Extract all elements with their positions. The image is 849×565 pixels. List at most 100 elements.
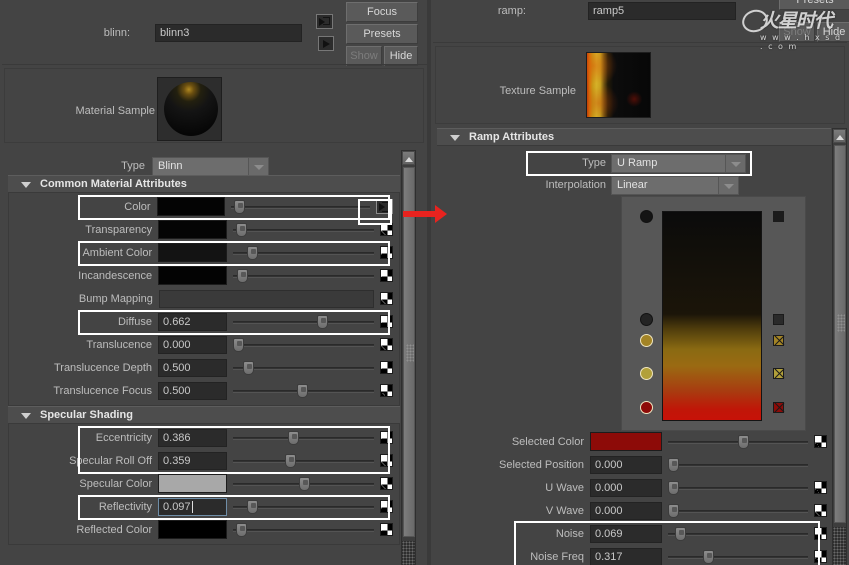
texture-map-button[interactable]: [380, 246, 393, 259]
numeric-field[interactable]: 0.069: [590, 524, 662, 543]
attribute-slider[interactable]: [230, 198, 370, 216]
interpolation-dropdown[interactable]: Linear: [611, 176, 739, 195]
numeric-field[interactable]: 0.097: [158, 497, 228, 516]
attribute-slider[interactable]: [233, 382, 374, 400]
slider-handle[interactable]: [288, 430, 300, 445]
attribute-slider[interactable]: [233, 244, 374, 262]
texture-map-button[interactable]: [380, 431, 393, 444]
attribute-slider[interactable]: [668, 456, 808, 474]
color-swatch[interactable]: [590, 432, 662, 451]
texture-map-button[interactable]: [380, 315, 393, 328]
slider-handle[interactable]: [285, 453, 297, 468]
slider-handle[interactable]: [247, 499, 259, 514]
texture-map-button[interactable]: [814, 435, 827, 448]
ramp-attributes-section-header[interactable]: Ramp Attributes: [437, 128, 831, 146]
numeric-field[interactable]: 0.000: [590, 501, 662, 520]
bump-map-field[interactable]: [158, 289, 374, 308]
attribute-slider[interactable]: [233, 359, 374, 377]
color-swatch[interactable]: [158, 520, 228, 539]
slider-handle[interactable]: [233, 337, 245, 352]
scroll-up-arrow-icon[interactable]: [833, 129, 846, 143]
slider-handle[interactable]: [675, 526, 686, 541]
texture-map-button[interactable]: [380, 292, 393, 305]
numeric-field[interactable]: 0.500: [158, 358, 228, 377]
chevron-down-icon[interactable]: [718, 177, 738, 194]
section-header[interactable]: Common Material Attributes: [8, 175, 400, 193]
attribute-slider[interactable]: [233, 221, 374, 239]
slider-handle[interactable]: [317, 314, 329, 329]
ramp-type-dropdown[interactable]: U Ramp: [611, 154, 746, 173]
attribute-slider[interactable]: [233, 521, 374, 539]
attribute-slider[interactable]: [233, 498, 374, 516]
right-scroll-thumb[interactable]: [834, 145, 846, 523]
slider-handle[interactable]: [247, 245, 259, 260]
numeric-field[interactable]: 0.500: [158, 381, 228, 400]
slider-handle[interactable]: [233, 199, 245, 214]
numeric-field[interactable]: 0.662: [158, 312, 228, 331]
ramp-color-marker[interactable]: [640, 366, 653, 380]
texture-map-button[interactable]: [380, 523, 393, 536]
ramp-interpolation-marker[interactable]: [773, 367, 784, 379]
texture-map-button[interactable]: [380, 500, 393, 513]
slider-handle[interactable]: [668, 503, 679, 518]
hide-button[interactable]: Hide: [384, 46, 418, 66]
texture-map-button[interactable]: [814, 504, 827, 517]
attribute-slider[interactable]: [233, 475, 374, 493]
color-swatch[interactable]: [158, 243, 228, 262]
map-output-button[interactable]: [376, 199, 393, 214]
color-swatch[interactable]: [158, 220, 228, 239]
slider-handle[interactable]: [236, 522, 248, 537]
left-scroll-thumb[interactable]: [403, 167, 415, 537]
right-scrollbar[interactable]: [832, 128, 847, 565]
ramp-interpolation-marker[interactable]: [773, 335, 784, 347]
numeric-field[interactable]: 0.359: [158, 451, 228, 470]
ramp-interpolation-marker[interactable]: [773, 211, 784, 223]
texture-map-button[interactable]: [814, 527, 827, 540]
color-swatch[interactable]: [158, 474, 228, 493]
presets-button[interactable]: Presets: [346, 24, 418, 44]
ramp-color-marker[interactable]: [640, 334, 653, 348]
texture-map-button[interactable]: [380, 269, 393, 282]
slider-handle[interactable]: [668, 457, 679, 472]
numeric-field[interactable]: 0.000: [590, 455, 662, 474]
texture-map-button[interactable]: [814, 550, 827, 563]
chevron-down-icon[interactable]: [248, 158, 268, 175]
attribute-slider[interactable]: [233, 313, 374, 331]
ramp-gradient-strip[interactable]: [662, 211, 762, 421]
slider-handle[interactable]: [243, 360, 255, 375]
attribute-slider[interactable]: [233, 267, 374, 285]
attribute-slider[interactable]: [668, 525, 808, 543]
texture-map-button[interactable]: [380, 338, 393, 351]
right-show-button[interactable]: Show: [779, 22, 815, 42]
texture-sample-swatch[interactable]: [586, 52, 651, 118]
ramp-interpolation-marker[interactable]: [773, 314, 784, 326]
texture-map-button[interactable]: [380, 361, 393, 374]
numeric-field[interactable]: 0.317: [590, 547, 662, 565]
texture-map-button[interactable]: [380, 384, 393, 397]
attribute-slider[interactable]: [668, 548, 808, 565]
material-type-dropdown[interactable]: Blinn: [152, 157, 269, 176]
ramp-color-marker[interactable]: [640, 210, 653, 224]
numeric-field[interactable]: 0.000: [590, 478, 662, 497]
slider-handle[interactable]: [299, 476, 311, 491]
attribute-slider[interactable]: [668, 433, 808, 451]
texture-map-button[interactable]: [380, 454, 393, 467]
chevron-down-icon[interactable]: [725, 155, 745, 172]
attribute-slider[interactable]: [233, 452, 374, 470]
texture-map-button[interactable]: [380, 223, 393, 236]
ramp-interpolation-marker[interactable]: [773, 402, 784, 414]
ramp-color-marker[interactable]: [640, 401, 653, 415]
ramp-color-marker[interactable]: [640, 313, 653, 327]
attribute-slider[interactable]: [668, 502, 808, 520]
section-header[interactable]: Specular Shading: [8, 406, 400, 424]
attribute-slider[interactable]: [668, 479, 808, 497]
slider-handle[interactable]: [236, 222, 248, 237]
material-sample-swatch[interactable]: [157, 77, 222, 141]
numeric-field[interactable]: 0.000: [158, 335, 228, 354]
attribute-slider[interactable]: [233, 429, 374, 447]
color-swatch[interactable]: [156, 197, 225, 216]
blinn-name-input[interactable]: blinn3: [155, 24, 302, 42]
slider-handle[interactable]: [738, 434, 749, 449]
slider-handle[interactable]: [237, 268, 249, 283]
slider-handle[interactable]: [668, 480, 679, 495]
